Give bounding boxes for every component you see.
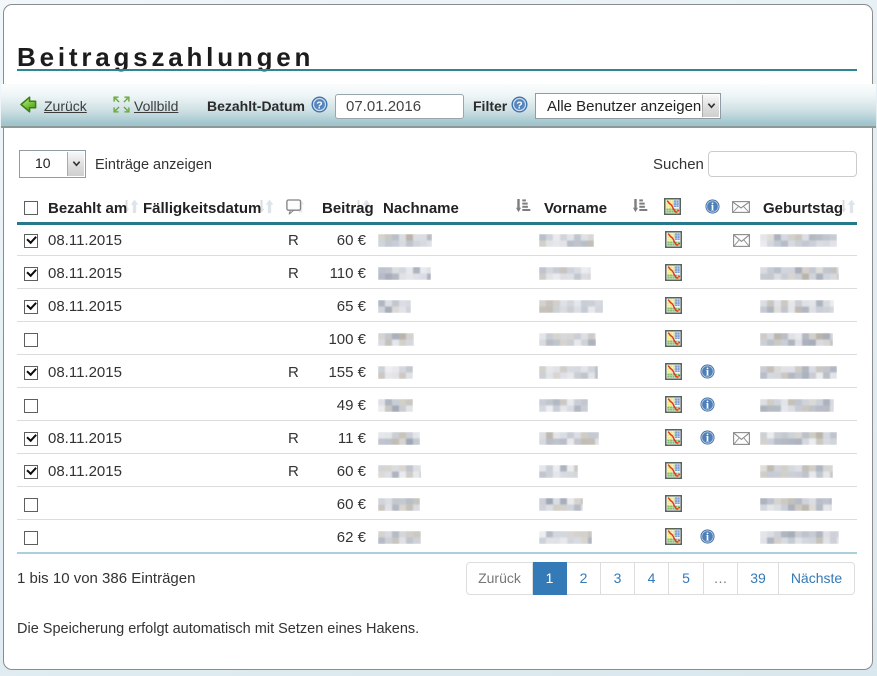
svg-text:?: ? — [316, 99, 322, 111]
svg-text:?: ? — [516, 99, 522, 111]
